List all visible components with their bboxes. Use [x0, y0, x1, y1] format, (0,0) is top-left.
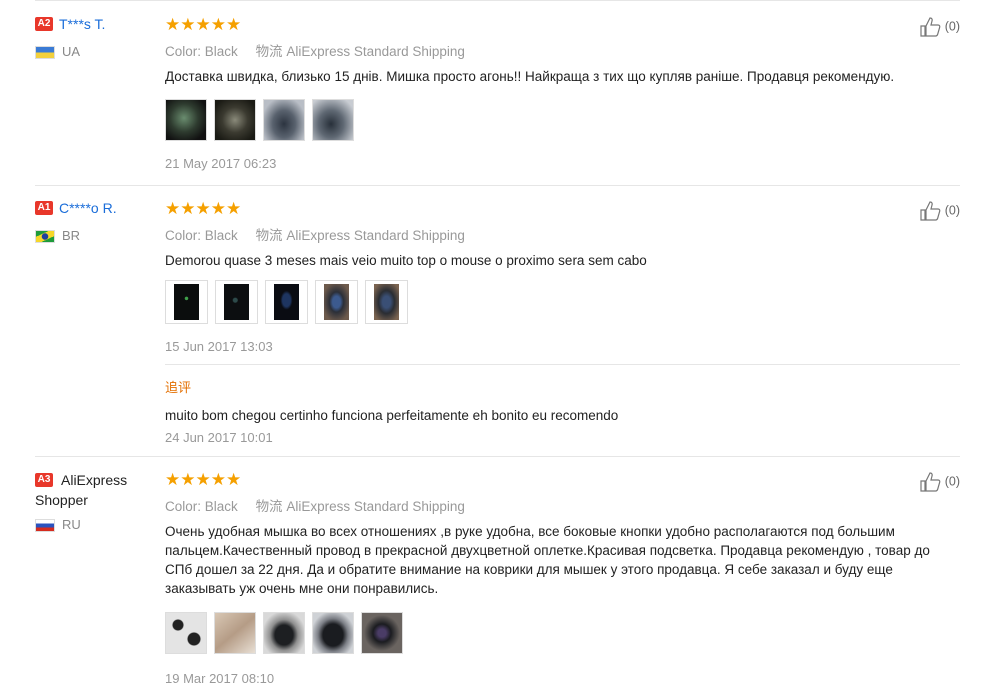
shipping-value: AliExpress Standard Shipping [286, 499, 465, 514]
followup-text: muito bom chegou certinho funciona perfe… [165, 408, 619, 423]
shipping-key: 物流 [255, 228, 283, 243]
star-rating: ★★★★★ [165, 470, 242, 489]
review-text: Доставка швидка, близько 15 днів. Мишка … [165, 69, 895, 84]
review-photo[interactable] [263, 99, 305, 141]
review-item: A1 C****o R. BR ★★★★★ Color: Black 物流 Ali… [35, 199, 960, 456]
thumbs-up-icon [920, 201, 941, 221]
helpful-count: (0) [944, 203, 960, 218]
buyer-level-badge: A3 [35, 473, 53, 487]
color-value: Black [204, 228, 238, 243]
country-code: BR [62, 228, 81, 243]
order-info: Color: Black 物流 AliExpress Standard Ship… [165, 40, 960, 60]
reviewer-info: A3 AliExpress Shopper [35, 470, 160, 510]
color-value: Black [204, 499, 238, 514]
followup-label: 追评 [165, 380, 192, 395]
review-photo[interactable] [315, 280, 358, 324]
review-photo[interactable] [165, 612, 207, 654]
order-info: Color: Black 物流 AliExpress Standard Ship… [165, 495, 960, 515]
review-photo[interactable] [214, 612, 256, 654]
review-date: 21 May 2017 06:23 [165, 156, 277, 171]
review-item: A2 T***s T. UA ★★★★★ Color: Black 物流 AliE… [35, 15, 960, 185]
review-photo[interactable] [312, 612, 354, 654]
review-photos [165, 612, 960, 654]
review-item: A3 AliExpress Shopper RU ★★★★★ Color: Bla… [35, 470, 960, 686]
review-content: ★★★★★ Color: Black 物流 AliExpress Standar… [165, 199, 960, 445]
color-value: Black [204, 44, 238, 59]
helpful-button[interactable]: (0) [919, 17, 960, 37]
shipping-value: AliExpress Standard Shipping [286, 228, 465, 243]
review-photo[interactable] [215, 280, 258, 324]
shipping-value: AliExpress Standard Shipping [286, 44, 465, 59]
reviewer-name[interactable]: C****o R. [59, 200, 117, 216]
review-photos [165, 280, 960, 324]
buyer-level-badge: A2 [35, 16, 53, 31]
review-date: 19 Mar 2017 08:10 [165, 671, 275, 686]
color-key: Color: [165, 228, 202, 243]
reviewer-country: RU [35, 517, 81, 533]
review-photo[interactable] [265, 280, 308, 324]
review-text: Очень удобная мышка во всех отношениях ,… [165, 524, 930, 596]
followup-divider [165, 364, 960, 365]
review-divider [35, 185, 960, 186]
review-content: ★★★★★ Color: Black 物流 AliExpress Standar… [165, 15, 960, 171]
reviewer-info: A1 C****o R. [35, 199, 160, 217]
review-photo[interactable] [312, 99, 354, 141]
reviewer-country: BR [35, 228, 81, 244]
review-text: Demorou quase 3 meses mais veio muito to… [165, 253, 647, 268]
ukraine-flag-icon [35, 46, 55, 60]
buyer-level-badge: A1 [35, 200, 53, 215]
followup-date: 24 Jun 2017 10:01 [165, 430, 273, 445]
helpful-count: (0) [944, 19, 960, 34]
review-photo[interactable] [214, 99, 256, 141]
shipping-key: 物流 [255, 44, 283, 59]
order-info: Color: Black 物流 AliExpress Standard Ship… [165, 224, 960, 244]
country-code: UA [62, 44, 81, 59]
star-rating: ★★★★★ [165, 199, 242, 218]
review-photo[interactable] [263, 612, 305, 654]
review-photo[interactable] [365, 280, 408, 324]
color-key: Color: [165, 499, 202, 514]
brazil-flag-icon [35, 230, 55, 244]
star-rating: ★★★★★ [165, 15, 242, 34]
color-key: Color: [165, 44, 202, 59]
russia-flag-icon [35, 519, 55, 533]
reviewer-name[interactable]: T***s T. [59, 16, 105, 32]
review-divider [35, 456, 960, 457]
review-photo[interactable] [165, 99, 207, 141]
thumbs-up-icon [920, 472, 941, 492]
thumbs-up-icon [920, 17, 941, 37]
review-content: ★★★★★ Color: Black 物流 AliExpress Standar… [165, 470, 960, 686]
helpful-button[interactable]: (0) [919, 472, 960, 492]
helpful-button[interactable]: (0) [919, 201, 960, 221]
review-photo[interactable] [165, 280, 208, 324]
review-photo[interactable] [361, 612, 403, 654]
review-photos [165, 99, 960, 141]
top-divider [35, 0, 960, 1]
review-date: 15 Jun 2017 13:03 [165, 339, 273, 354]
reviewer-info: A2 T***s T. [35, 15, 160, 33]
shipping-key: 物流 [255, 499, 283, 514]
country-code: RU [62, 517, 81, 532]
reviewer-country: UA [35, 44, 81, 60]
helpful-count: (0) [944, 474, 960, 489]
